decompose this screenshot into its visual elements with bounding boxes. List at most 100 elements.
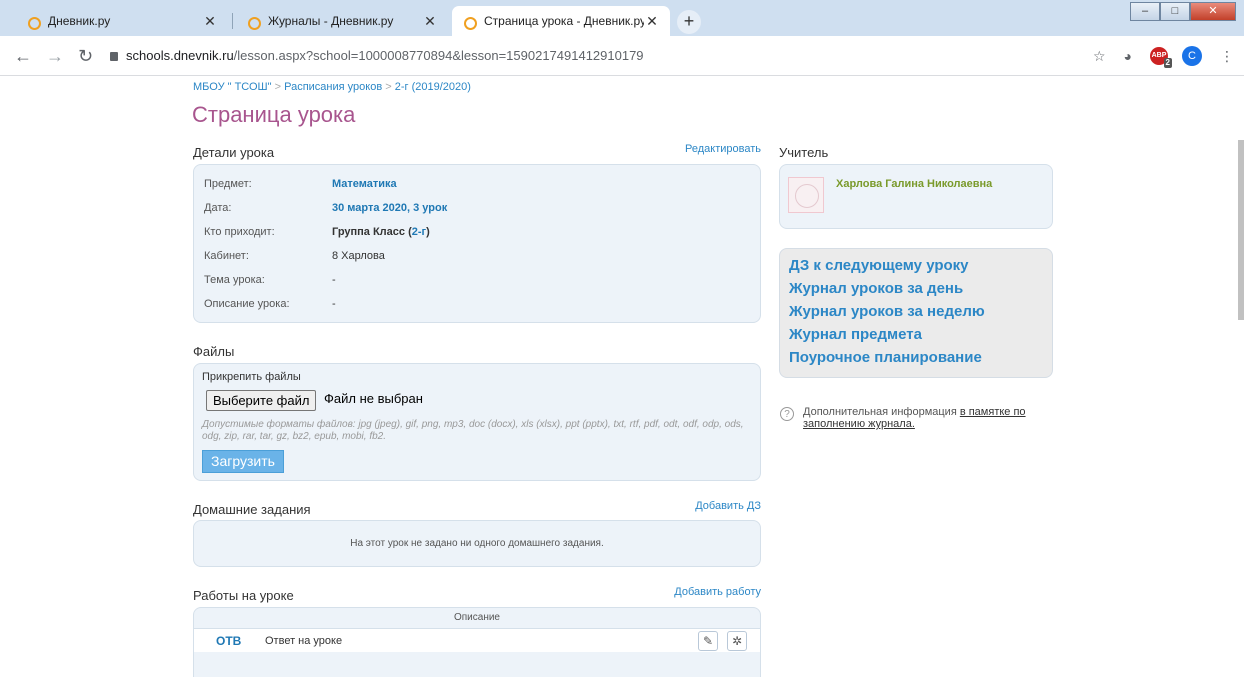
- works-panel: Описание ОТВ Ответ на уроке ✎ ✲: [193, 607, 761, 677]
- minimize-button[interactable]: ‒: [1130, 2, 1160, 21]
- breadcrumb-separator: >: [274, 81, 282, 93]
- attendees-prefix: Группа Класс (: [332, 226, 412, 238]
- detail-label: Тема урока:: [204, 274, 265, 286]
- attendees-suffix: ): [426, 226, 430, 238]
- maximize-button[interactable]: □: [1160, 2, 1190, 21]
- details-panel: Предмет: Математика Дата: 30 марта 2020,…: [193, 164, 761, 323]
- detail-label: Кто приходит:: [204, 226, 275, 238]
- breadcrumb-class[interactable]: 2-г (2019/2020): [395, 81, 471, 93]
- tab-label: Страница урока - Дневник.ру: [484, 14, 644, 28]
- extension-circle-icon[interactable]: ◕: [1124, 48, 1132, 64]
- edit-lesson-link[interactable]: Редактировать: [640, 143, 761, 155]
- lock-icon: [110, 52, 118, 61]
- teacher-panel: Харлова Галина Николаевна: [779, 164, 1053, 229]
- forward-arrow-icon[interactable]: →: [46, 46, 64, 66]
- quick-links-panel: ДЗ к следующему уроку Журнал уроков за д…: [779, 248, 1053, 378]
- link-week-journal[interactable]: Журнал уроков за неделю: [789, 303, 985, 320]
- address-bar[interactable]: schools.dnevnik.ru/lesson.aspx?school=10…: [110, 44, 1110, 68]
- close-icon[interactable]: ✕: [422, 13, 438, 30]
- pencil-icon[interactable]: ✎: [698, 631, 718, 651]
- breadcrumb-schedules[interactable]: Расписания уроков: [284, 81, 382, 93]
- teacher-avatar: [788, 177, 824, 213]
- files-panel: Прикрепить файлы Выберите файл Файл не в…: [193, 363, 761, 481]
- bookmark-star-icon[interactable]: ☆: [1093, 48, 1106, 65]
- breadcrumb: МБОУ " ТСОШ" > Расписания уроков > 2-г (…: [193, 81, 471, 93]
- attach-files-label: Прикрепить файлы: [202, 371, 301, 383]
- tab-label: Журналы - Дневник.ру: [268, 14, 394, 28]
- detail-row-topic: Тема урока: -: [204, 274, 336, 286]
- work-description: Ответ на уроке: [265, 635, 343, 647]
- dnevnik-favicon-icon: [26, 14, 41, 30]
- allowed-formats: Допустимые форматы файлов: jpg (jpeg), g…: [202, 419, 754, 443]
- homework-heading: Домашние задания: [193, 502, 311, 517]
- work-code[interactable]: ОТВ: [216, 634, 241, 648]
- tab-separator: [232, 13, 233, 29]
- homework-empty-text: На этот урок не задано ни одного домашне…: [350, 538, 604, 549]
- details-heading: Детали урока: [193, 145, 275, 160]
- new-tab-button[interactable]: +: [677, 10, 701, 34]
- choose-file-button[interactable]: Выберите файл: [206, 390, 317, 411]
- works-heading: Работы на уроке: [193, 588, 294, 603]
- page-title: Страница урока: [192, 102, 356, 127]
- question-icon: ?: [780, 407, 794, 421]
- window-controls: ‒ □ ✕: [1130, 2, 1236, 21]
- reload-icon[interactable]: ↻: [78, 46, 93, 66]
- delete-icon[interactable]: ✲: [727, 631, 747, 651]
- homework-panel: На этот урок не задано ни одного домашне…: [193, 520, 761, 567]
- detail-label: Кабинет:: [204, 250, 249, 262]
- teacher-heading: Учитель: [779, 145, 829, 160]
- detail-label: Описание урока:: [204, 298, 290, 310]
- detail-row-room: Кабинет: 8 Харлова: [204, 250, 385, 262]
- close-icon[interactable]: ✕: [644, 13, 660, 30]
- detail-row-date: Дата: 30 марта 2020, 3 урок: [204, 202, 447, 214]
- detail-row-subject: Предмет: Математика: [204, 178, 397, 190]
- breadcrumb-school[interactable]: МБОУ " ТСОШ": [193, 81, 272, 93]
- add-homework-link[interactable]: Добавить ДЗ: [640, 500, 761, 512]
- detail-label: Дата:: [204, 202, 232, 214]
- subject-link[interactable]: Математика: [332, 178, 397, 190]
- toolbar-right: ☆ ◕ ABP 2 C ⋮: [1075, 46, 1234, 68]
- detail-row-description: Описание урока: -: [204, 298, 336, 310]
- browser-tab-journals[interactable]: Журналы - Дневник.ру ✕: [236, 6, 448, 36]
- adblock-badge: 2: [1163, 58, 1172, 68]
- scrollbar-thumb[interactable]: [1238, 140, 1244, 320]
- url-host: schools.dnevnik.ru: [126, 48, 234, 63]
- add-work-link[interactable]: Добавить работу: [620, 586, 761, 598]
- close-icon[interactable]: ✕: [202, 13, 218, 30]
- url-path: /lesson.aspx?school=1000008770894&lesson…: [233, 48, 644, 63]
- topic-value: -: [332, 274, 336, 286]
- upload-button[interactable]: Загрузить: [202, 450, 284, 473]
- window-close-button[interactable]: ✕: [1190, 2, 1236, 21]
- profile-avatar[interactable]: C: [1182, 46, 1202, 66]
- teacher-name[interactable]: Харлова Галина Николаевна: [836, 178, 992, 190]
- link-day-journal[interactable]: Журнал уроков за день: [789, 280, 963, 297]
- dnevnik-favicon-icon: [462, 14, 477, 30]
- browser-toolbar: ← → ↻ schools.dnevnik.ru/lesson.aspx?sch…: [0, 36, 1244, 76]
- dnevnik-favicon-icon: [246, 14, 261, 30]
- room-value: 8 Харлова: [332, 250, 385, 262]
- class-link[interactable]: 2-г: [412, 226, 426, 238]
- back-arrow-icon[interactable]: ←: [14, 46, 32, 66]
- menu-dots-icon[interactable]: ⋮: [1220, 48, 1234, 65]
- files-heading: Файлы: [193, 344, 235, 359]
- date-link[interactable]: 30 марта 2020, 3 урок: [332, 202, 447, 214]
- link-subject-journal[interactable]: Журнал предмета: [789, 326, 922, 343]
- browser-tab-dnevnik[interactable]: Дневник.ру ✕: [16, 6, 228, 36]
- breadcrumb-separator: >: [385, 81, 392, 93]
- link-next-lesson-homework[interactable]: ДЗ к следующему уроку: [789, 257, 969, 274]
- browser-tab-lesson-page[interactable]: Страница урока - Дневник.ру ✕: [452, 6, 670, 36]
- info-text: Дополнительная информация: [803, 406, 960, 418]
- works-column-header: Описание: [453, 612, 500, 623]
- table-row: ОТВ Ответ на уроке ✎ ✲: [194, 628, 760, 652]
- formats-prefix: Допустимые форматы файлов:: [202, 419, 359, 430]
- detail-label: Предмет:: [204, 178, 252, 190]
- attendees-value: Группа Класс (2-г): [332, 226, 430, 238]
- browser-tab-bar: Дневник.ру ✕ Журналы - Дневник.ру ✕ Стра…: [0, 0, 1244, 36]
- adblock-icon[interactable]: ABP 2: [1150, 47, 1172, 68]
- info-note: Дополнительная информация в памятке по з…: [803, 406, 1063, 430]
- no-file-label: Файл не выбран: [324, 391, 423, 406]
- description-value: -: [332, 298, 336, 310]
- detail-row-attendees: Кто приходит: Группа Класс (2-г): [204, 226, 430, 238]
- link-lesson-planning[interactable]: Поурочное планирование: [789, 349, 982, 366]
- tab-label: Дневник.ру: [48, 14, 111, 28]
